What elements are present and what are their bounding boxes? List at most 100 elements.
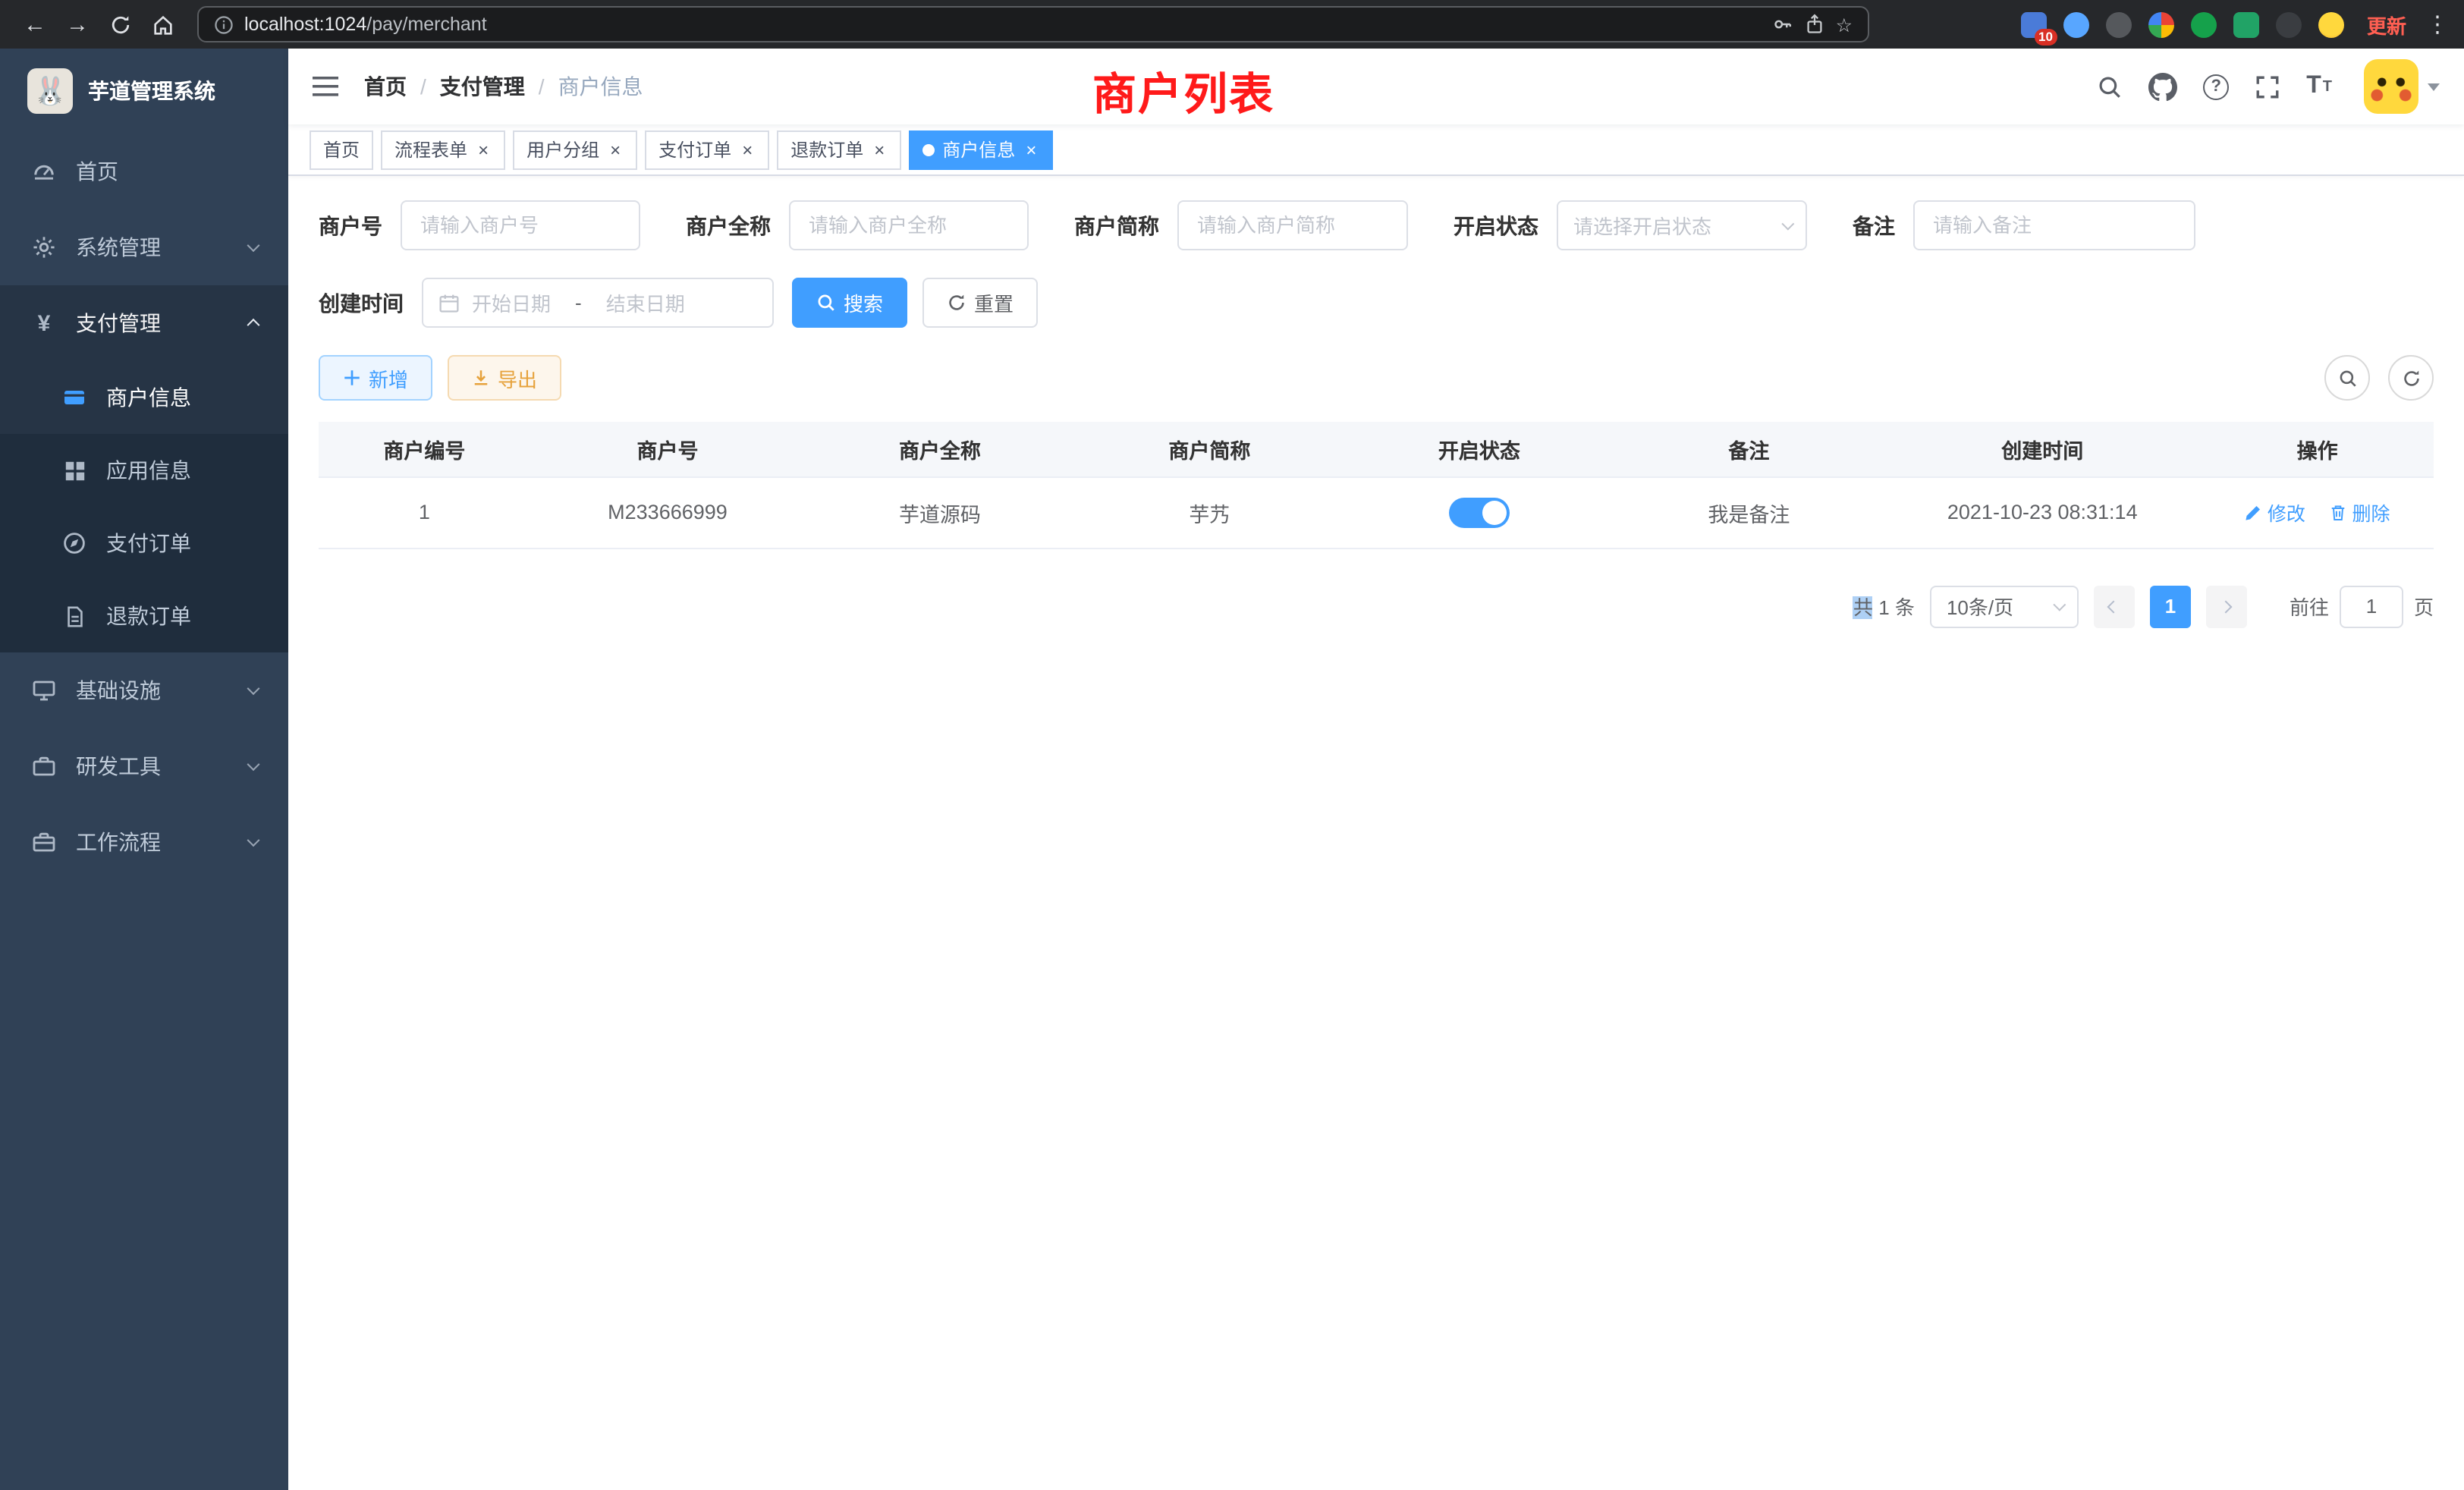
url-text: localhost:1024/pay/merchant bbox=[244, 14, 487, 35]
sidebar-item-infrastructure[interactable]: 基础设施 bbox=[0, 652, 288, 728]
sidebar-item-devtools[interactable]: 研发工具 bbox=[0, 728, 288, 804]
sidebar-item-pay-order[interactable]: 支付订单 bbox=[0, 507, 288, 580]
active-dot bbox=[922, 143, 935, 156]
extension-icon[interactable] bbox=[2233, 11, 2259, 37]
help-icon[interactable] bbox=[2203, 74, 2229, 99]
tab-home[interactable]: 首页 bbox=[310, 130, 373, 169]
site-info-icon[interactable] bbox=[214, 14, 234, 34]
github-icon[interactable] bbox=[2148, 72, 2177, 101]
address-bar[interactable]: localhost:1024/pay/merchant ☆ bbox=[197, 6, 1869, 42]
add-button[interactable]: 新增 bbox=[319, 355, 432, 401]
extension-icon[interactable] bbox=[2318, 11, 2344, 37]
short-name-input[interactable] bbox=[1177, 200, 1408, 250]
tab-refund-order[interactable]: 退款订单 bbox=[777, 130, 901, 169]
short-name-label: 商户简称 bbox=[1074, 210, 1159, 240]
page-number-1[interactable]: 1 bbox=[2150, 585, 2191, 627]
status-toggle[interactable] bbox=[1449, 497, 1510, 527]
refresh-icon bbox=[947, 293, 966, 313]
breadcrumb-home[interactable]: 首页 bbox=[364, 71, 407, 102]
search-button[interactable]: 搜索 bbox=[792, 278, 907, 328]
status-select[interactable]: 请选择开启状态 bbox=[1557, 200, 1807, 250]
url-host: localhost:1024 bbox=[244, 14, 366, 35]
chevron-right-icon bbox=[2220, 600, 2233, 613]
user-menu[interactable] bbox=[2364, 59, 2440, 114]
tab-process-form[interactable]: 流程表单 bbox=[381, 130, 505, 169]
breadcrumb-section[interactable]: 支付管理 bbox=[440, 71, 525, 102]
user-avatar bbox=[2364, 59, 2418, 114]
sidebar-item-payment[interactable]: ¥ 支付管理 bbox=[0, 285, 288, 361]
goto-page-input[interactable] bbox=[2340, 585, 2403, 627]
pencil-icon bbox=[2245, 503, 2263, 521]
sidebar-item-workflow[interactable]: 工作流程 bbox=[0, 804, 288, 880]
pagination: 共 1 条 10条/页 1 前往 页 bbox=[319, 585, 2434, 627]
extension-icon[interactable] bbox=[2106, 11, 2132, 37]
extension-icon[interactable]: 10 bbox=[2021, 11, 2047, 37]
sidebar-logo[interactable]: 🐰 芋道管理系统 bbox=[0, 49, 288, 134]
delete-link[interactable]: 删除 bbox=[2329, 498, 2390, 527]
close-icon[interactable] bbox=[1023, 139, 1039, 160]
cell-actions: 修改 删除 bbox=[2201, 476, 2434, 548]
document-icon bbox=[61, 605, 88, 627]
sidebar: 🐰 芋道管理系统 首页 系统管理 ¥ bbox=[0, 49, 288, 1490]
share-icon[interactable] bbox=[1804, 14, 1825, 35]
fullscreen-icon[interactable] bbox=[2255, 74, 2280, 99]
search-icon[interactable] bbox=[2097, 74, 2123, 99]
remark-input[interactable] bbox=[1913, 200, 2195, 250]
extension-icon[interactable] bbox=[2148, 11, 2174, 37]
edit-link[interactable]: 修改 bbox=[2245, 498, 2305, 527]
sidebar-item-home[interactable]: 首页 bbox=[0, 134, 288, 209]
close-icon[interactable] bbox=[607, 139, 624, 160]
browser-menu-icon[interactable]: ⋮ bbox=[2426, 11, 2449, 38]
chevron-down-icon bbox=[247, 758, 260, 771]
home-icon bbox=[151, 13, 174, 36]
page-size-value: 10条/页 bbox=[1947, 592, 2013, 621]
table-header-row: 商户编号 商户号 商户全称 商户简称 开启状态 备注 创建时间 操作 bbox=[319, 422, 2434, 476]
close-icon[interactable] bbox=[475, 139, 492, 160]
sidebar-item-system[interactable]: 系统管理 bbox=[0, 209, 288, 285]
goto-label: 前往 bbox=[2290, 592, 2329, 621]
sidebar-item-app-info[interactable]: 应用信息 bbox=[0, 434, 288, 507]
chevron-up-icon bbox=[247, 319, 260, 332]
bookmark-star-icon[interactable]: ☆ bbox=[1836, 13, 1853, 36]
next-page-button[interactable] bbox=[2206, 585, 2247, 627]
page-size-select[interactable]: 10条/页 bbox=[1930, 585, 2079, 627]
export-button[interactable]: 导出 bbox=[448, 355, 561, 401]
home-button[interactable] bbox=[143, 3, 182, 46]
merchant-no-input[interactable] bbox=[401, 200, 640, 250]
extension-icon[interactable] bbox=[2191, 11, 2217, 37]
toolbox-icon bbox=[30, 754, 58, 778]
tab-user-group[interactable]: 用户分组 bbox=[513, 130, 637, 169]
toggle-search-button[interactable] bbox=[2324, 355, 2370, 401]
close-icon[interactable] bbox=[871, 139, 888, 160]
chevron-left-icon bbox=[2107, 600, 2120, 613]
create-time-range-picker[interactable]: 开始日期 - 结束日期 bbox=[422, 278, 774, 328]
refresh-table-button[interactable] bbox=[2388, 355, 2434, 401]
tab-merchant-info[interactable]: 商户信息 bbox=[909, 130, 1053, 169]
sidebar-item-label: 首页 bbox=[76, 156, 118, 187]
filter-row-1: 商户号 商户全称 商户简称 开启状态 请选择开启状态 bbox=[319, 200, 2434, 250]
full-name-input[interactable] bbox=[789, 200, 1029, 250]
tags-view-bar: 首页 流程表单 用户分组 支付订单 bbox=[288, 124, 2464, 176]
cell-short-name: 芋艿 bbox=[1075, 476, 1344, 548]
browser-update-button[interactable]: 更新 bbox=[2367, 10, 2406, 39]
back-button[interactable]: ← bbox=[15, 3, 55, 46]
tab-pay-order[interactable]: 支付订单 bbox=[645, 130, 769, 169]
extension-icon[interactable] bbox=[2063, 11, 2089, 37]
extension-icon[interactable] bbox=[2276, 11, 2302, 37]
font-size-icon[interactable] bbox=[2306, 73, 2332, 100]
tab-label: 支付订单 bbox=[658, 137, 731, 162]
reload-button[interactable] bbox=[100, 3, 140, 46]
password-key-icon[interactable] bbox=[1772, 14, 1793, 35]
browser-window: ← → localhost:1024/pay/merchant ☆ 10 bbox=[0, 0, 2464, 1490]
goto-page-group: 前往 页 bbox=[2290, 585, 2434, 627]
forward-button[interactable]: → bbox=[58, 3, 97, 46]
page-unit-label: 页 bbox=[2414, 592, 2434, 621]
sidebar-item-merchant-info[interactable]: 商户信息 bbox=[0, 361, 288, 434]
close-icon[interactable] bbox=[739, 139, 756, 160]
reset-button[interactable]: 重置 bbox=[922, 278, 1038, 328]
prev-page-button[interactable] bbox=[2094, 585, 2135, 627]
sidebar-item-refund-order[interactable]: 退款订单 bbox=[0, 580, 288, 652]
search-icon bbox=[816, 293, 836, 313]
merchant-no-label: 商户号 bbox=[319, 210, 382, 240]
sidebar-toggle-button[interactable] bbox=[313, 74, 340, 99]
